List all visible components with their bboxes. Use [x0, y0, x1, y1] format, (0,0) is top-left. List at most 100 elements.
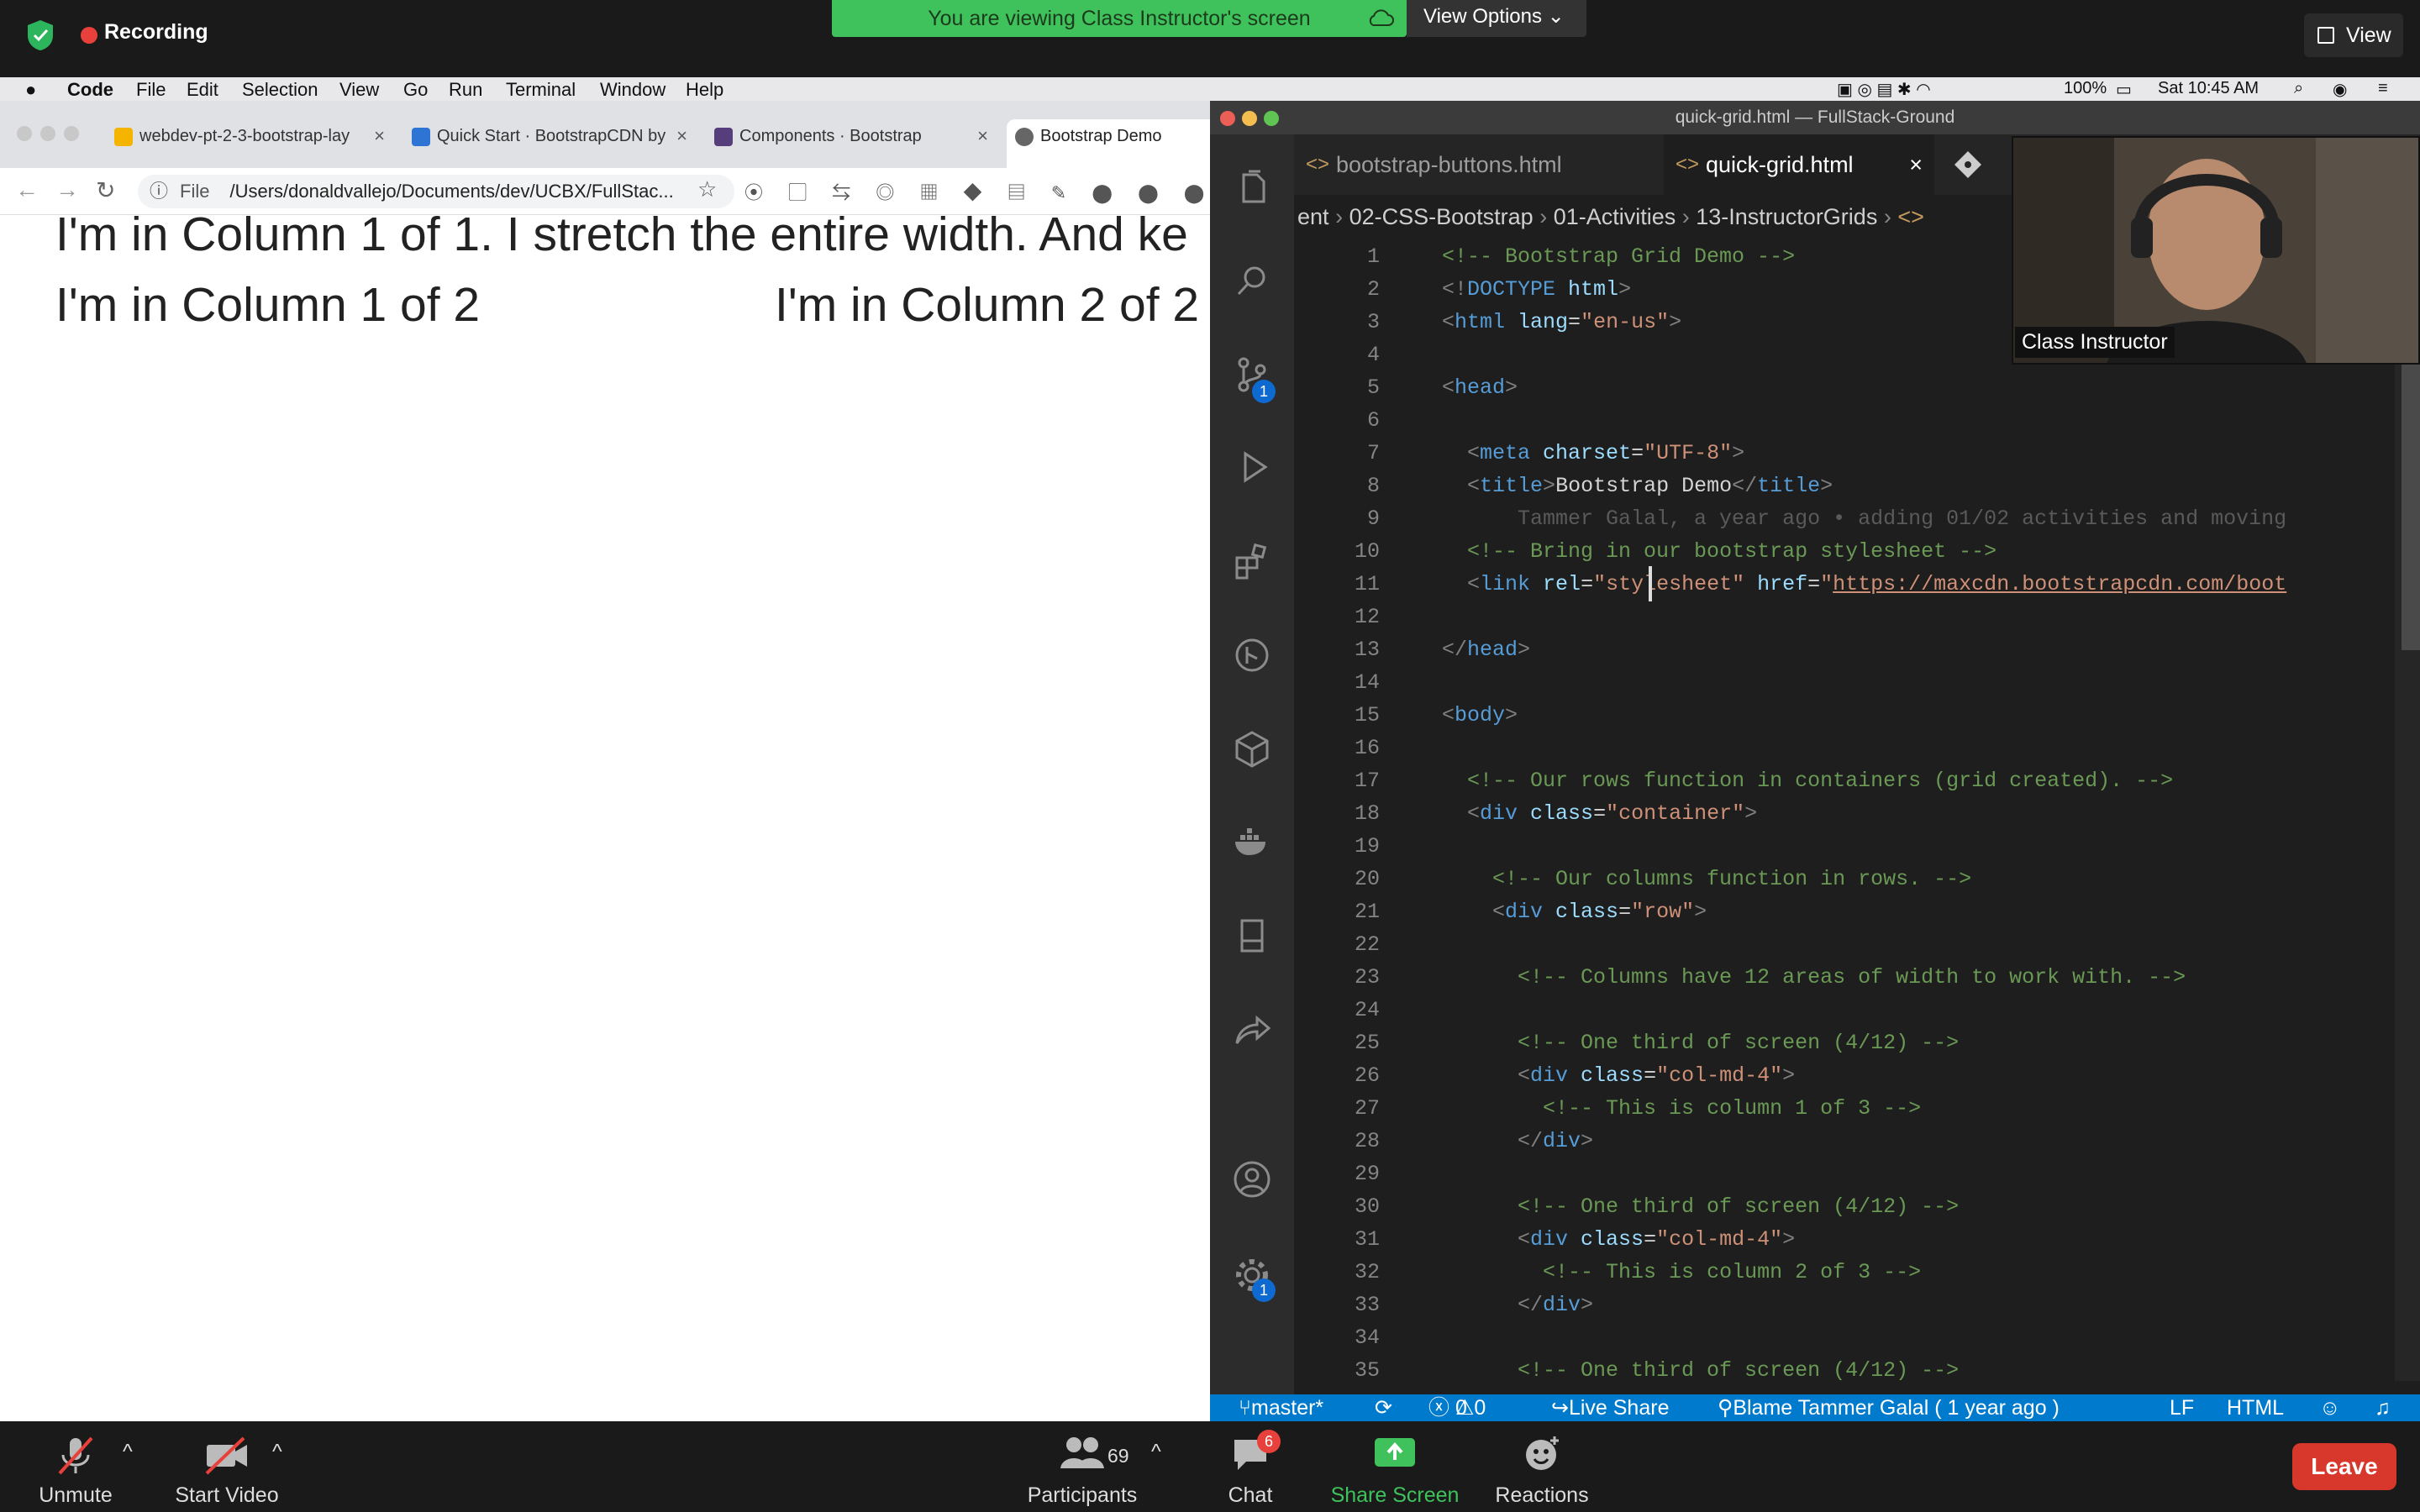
menu-go[interactable]: Go [403, 79, 428, 101]
eol-status[interactable]: LF [2170, 1394, 2194, 1421]
git-compare-icon[interactable] [1953, 150, 1983, 180]
view-button[interactable]: View [2304, 13, 2403, 57]
code-line[interactable]: 28 </div> [1294, 1125, 2420, 1158]
language-status[interactable]: HTML [2227, 1394, 2284, 1421]
reload-icon[interactable]: ↻ [96, 176, 115, 204]
blame-status[interactable]: ⚲ Blame Tammer Galal ( 1 year ago ) [1718, 1394, 2060, 1421]
extensions-icon[interactable] [1232, 541, 1272, 581]
code-line[interactable]: 30 <!-- One third of screen (4/12) --> [1294, 1190, 2420, 1223]
close-tab-icon[interactable]: × [676, 119, 687, 153]
status-icons[interactable]: ▣ ◎ ▤ ✱ ◠ [1837, 79, 1931, 100]
forward-icon[interactable]: → [55, 176, 79, 203]
breadcrumb-item[interactable]: 13-InstructorGrids [1696, 204, 1877, 229]
code-line[interactable]: 18 <div class="container"> [1294, 797, 2420, 830]
extension-icons[interactable]: ⦿ ▢ ⇆ ◎ ▦ ◆ ▤ ✎ ⬤ ⬤ ⬤ [744, 178, 1214, 205]
code-line[interactable]: 11 <link rel="stylesheet" href="https://… [1294, 568, 2420, 601]
unmute-button[interactable]: Unmute [25, 1435, 126, 1507]
security-shield-icon[interactable] [25, 18, 55, 52]
close-tab-icon[interactable]: × [1909, 134, 1923, 195]
code-line[interactable]: 25 <!-- One third of screen (4/12) --> [1294, 1026, 2420, 1059]
code-line[interactable]: 33 </div> [1294, 1289, 2420, 1321]
bookmark-star-icon[interactable]: ☆ [697, 176, 717, 202]
sync-icon[interactable]: ⟳ [1375, 1394, 1392, 1421]
participants-button[interactable]: 69 Participants [1023, 1435, 1141, 1507]
code-line[interactable]: 29 [1294, 1158, 2420, 1190]
browser-tab-active[interactable]: Bootstrap Demo [1007, 119, 1225, 168]
code-line[interactable]: 31 <div class="col-md-4"> [1294, 1223, 2420, 1256]
notifications-bell-icon[interactable]: ♫ [2375, 1394, 2391, 1421]
menu-file[interactable]: File [136, 79, 166, 101]
git-graph-icon[interactable] [1232, 635, 1272, 675]
menu-selection[interactable]: Selection [242, 79, 318, 101]
code-line[interactable]: 24 [1294, 994, 2420, 1026]
code-line[interactable]: 21 <div class="row"> [1294, 895, 2420, 928]
live-share-status[interactable]: ↪ Live Share [1551, 1394, 1669, 1421]
menu-app-name[interactable]: Code [67, 79, 113, 101]
breadcrumb-item[interactable]: ent [1297, 204, 1329, 229]
menu-run[interactable]: Run [449, 79, 482, 101]
code-line[interactable]: 17 <!-- Our rows function in containers … [1294, 764, 2420, 797]
menu-window[interactable]: Window [600, 79, 666, 101]
code-line[interactable]: 20 <!-- Our columns function in rows. --… [1294, 863, 2420, 895]
code-line[interactable]: 14 [1294, 666, 2420, 699]
feedback-icon[interactable]: ☺ [2319, 1394, 2341, 1421]
live-share-icon[interactable] [1232, 1010, 1272, 1050]
code-line[interactable]: 27 <!-- This is column 1 of 3 --> [1294, 1092, 2420, 1125]
spotlight-icon[interactable]: ⌕ [2294, 79, 2303, 98]
address-bar[interactable]: ⓘ File/Users/donaldvallejo/Documents/dev… [138, 175, 734, 208]
breadcrumb-item[interactable]: 02-CSS-Bootstrap [1349, 204, 1534, 229]
vscode-minimize-button[interactable] [1242, 111, 1257, 126]
accounts-icon[interactable] [1232, 1159, 1272, 1200]
window-minimize-button[interactable] [40, 126, 55, 141]
search-icon[interactable] [1232, 260, 1272, 301]
menu-view[interactable]: View [339, 79, 379, 101]
explorer-icon[interactable] [1232, 168, 1272, 208]
code-line[interactable]: 8 <title>Bootstrap Demo</title> [1294, 470, 2420, 502]
code-line[interactable]: 13 </head> [1294, 633, 2420, 666]
window-close-button[interactable] [17, 126, 32, 141]
docker-icon[interactable] [1232, 822, 1272, 862]
code-line[interactable]: 26 <div class="col-md-4"> [1294, 1059, 2420, 1092]
editor-tab[interactable]: <> bootstrap-buttons.html [1294, 134, 1657, 195]
vscode-close-button[interactable] [1220, 111, 1235, 126]
package-cube-icon[interactable] [1232, 729, 1272, 769]
code-line[interactable]: 32 <!-- This is column 2 of 3 --> [1294, 1256, 2420, 1289]
code-line[interactable]: 10 <!-- Bring in our bootstrap styleshee… [1294, 535, 2420, 568]
code-line[interactable]: 23 <!-- Columns have 12 areas of width t… [1294, 961, 2420, 994]
code-line[interactable]: 34 [1294, 1321, 2420, 1354]
battery-percent[interactable]: 100% [2064, 79, 2107, 98]
instructor-video[interactable]: Class Instructor [2012, 136, 2420, 365]
info-icon[interactable]: ⓘ [150, 175, 168, 208]
browser-tab[interactable]: Quick Start · BootstrapCDN by × [403, 119, 694, 168]
leave-button[interactable]: Leave [2292, 1443, 2396, 1490]
code-line[interactable]: 15 <body> [1294, 699, 2420, 732]
view-options-button[interactable]: View Options ⌄ [1407, 0, 1586, 37]
code-editor[interactable]: 1 <!-- Bootstrap Grid Demo --> 2 <!DOCTYPE … [1294, 239, 2420, 1381]
start-video-button[interactable]: Start Video [165, 1435, 289, 1507]
bookmarks-icon[interactable] [1232, 916, 1272, 956]
menu-help[interactable]: Help [686, 79, 723, 101]
control-center-icon[interactable]: ≡ [2378, 79, 2388, 98]
code-line[interactable]: 9 Tammer Galal, a year ago • adding 01/0… [1294, 502, 2420, 535]
code-line[interactable]: 5 <head> [1294, 371, 2420, 404]
window-zoom-button[interactable] [64, 126, 79, 141]
breadcrumb-item[interactable]: 01-Activities [1554, 204, 1676, 229]
close-tab-icon[interactable]: × [374, 119, 385, 153]
apple-icon[interactable]: ● [25, 79, 36, 101]
editor-tab-active[interactable]: <> quick-grid.html × [1664, 134, 1934, 195]
video-options-chevron-icon[interactable]: ^ [272, 1440, 282, 1464]
code-line[interactable]: 7 <meta charset="UTF-8"> [1294, 437, 2420, 470]
chat-button[interactable]: 6 Chat [1217, 1430, 1284, 1507]
participants-chevron-icon[interactable]: ^ [1151, 1440, 1161, 1464]
run-debug-icon[interactable] [1232, 447, 1272, 487]
branch-status[interactable]: ⑂ master* [1239, 1394, 1323, 1421]
code-line[interactable]: 12 [1294, 601, 2420, 633]
code-line[interactable]: 16 [1294, 732, 2420, 764]
menu-edit[interactable]: Edit [187, 79, 218, 101]
reactions-button[interactable]: Reactions [1491, 1435, 1593, 1507]
editor-scrollbar[interactable] [2395, 239, 2420, 1381]
close-tab-icon[interactable]: × [977, 119, 988, 153]
problems-status[interactable]: ⓧ 0 ⚠ 0 [1428, 1394, 1486, 1421]
code-line[interactable]: 19 [1294, 830, 2420, 863]
vscode-zoom-button[interactable] [1264, 111, 1279, 126]
